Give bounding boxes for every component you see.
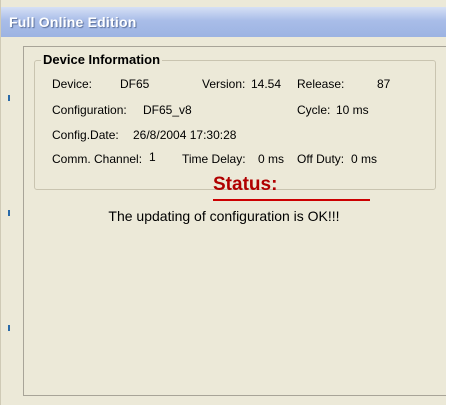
cycle-value: 10 ms xyxy=(336,103,369,117)
version-value: 14.54 xyxy=(251,77,282,91)
device-label: Device: xyxy=(52,77,93,91)
edge-mark xyxy=(8,210,10,216)
release-label: Release: xyxy=(297,77,345,91)
configuration-value: DF65_v8 xyxy=(143,103,192,117)
title-bar[interactable]: Full Online Edition xyxy=(1,7,447,37)
config-date-value: 26/8/2004 17:30:28 xyxy=(133,128,237,142)
comm-channel-label: Comm. Channel: xyxy=(52,152,143,166)
comm-channel-value: 1 xyxy=(149,150,156,164)
cycle-label: Cycle: xyxy=(297,103,331,117)
off-duty-label: Off Duty: xyxy=(297,152,345,166)
device-information-legend: Device Information xyxy=(41,52,163,67)
configuration-label: Configuration: xyxy=(52,103,127,117)
time-delay-value: 0 ms xyxy=(258,152,285,166)
time-delay-label: Time Delay: xyxy=(182,152,246,166)
release-value: 87 xyxy=(377,77,391,91)
device-value: DF65 xyxy=(120,77,150,91)
version-label: Version: xyxy=(202,77,246,91)
edge-mark xyxy=(8,95,10,101)
window-title: Full Online Edition xyxy=(9,14,137,30)
application-window: Full Online Edition Device Information D… xyxy=(0,0,447,405)
status-heading: Status: xyxy=(213,174,278,195)
window-edge xyxy=(446,0,456,409)
status-underline xyxy=(213,199,370,201)
off-duty-value: 0 ms xyxy=(351,152,378,166)
edge-mark xyxy=(8,325,10,331)
status-message: The updating of configuration is OK!!! xyxy=(108,208,340,224)
config-date-label: Config.Date: xyxy=(52,128,119,142)
